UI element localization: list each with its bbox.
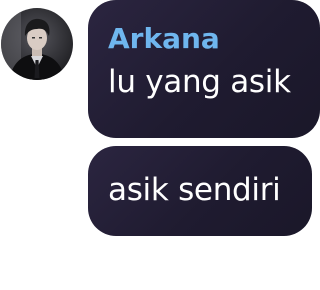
message-text: asik sendiri bbox=[108, 172, 281, 208]
sender-name[interactable]: Arkana bbox=[108, 22, 320, 56]
sender-avatar[interactable] bbox=[1, 8, 73, 80]
message-bubble[interactable]: Arkana lu yang asik bbox=[88, 0, 320, 138]
avatar-photo-icon bbox=[1, 8, 73, 80]
message-text: lu yang asik bbox=[108, 64, 291, 100]
message-bubble[interactable]: asik sendiri bbox=[88, 146, 312, 236]
